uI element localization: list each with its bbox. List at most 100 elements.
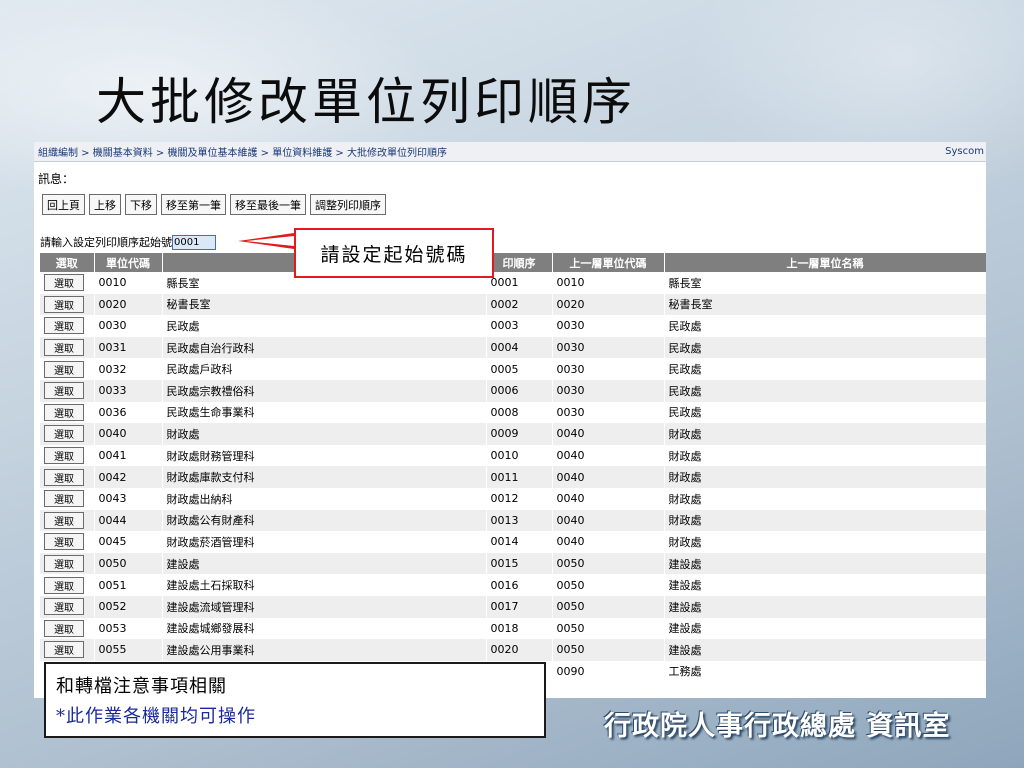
note-line-2: *此作業各機關均可操作 (56, 706, 256, 727)
select-row-button[interactable]: 選取 (44, 619, 84, 637)
table-row[interactable]: 選取 0051 建設處土石採取科 0016 0050 建設處 (40, 574, 986, 596)
note-line-1: 和轉檔注意事項相關 (56, 676, 227, 697)
select-row-button[interactable]: 選取 (44, 511, 84, 529)
unit-code-cell: 0041 (94, 444, 163, 467)
parent-name-cell: 民政處 (664, 401, 986, 424)
print-order-cell: 0016 (486, 574, 553, 596)
unit-code-cell: 0051 (94, 574, 163, 596)
unit-code-cell: 0045 (94, 531, 163, 553)
table-row[interactable]: 選取 0036 民政處生命事業科 0008 0030 民政處 (40, 401, 986, 424)
parent-code-cell: 0040 (552, 444, 665, 467)
table-row[interactable]: 選取 0055 建設處公用事業科 0020 0050 建設處 (40, 639, 986, 661)
table-row[interactable]: 選取 0033 民政處宗教禮俗科 0006 0030 民政處 (40, 379, 986, 402)
select-row-button[interactable]: 選取 (44, 468, 84, 486)
start-number-row: 請輸入設定列印順序起始號 (40, 234, 216, 250)
select-cell: 選取 (40, 293, 95, 316)
table-row[interactable]: 選取 0043 財政處出納科 0012 0040 財政處 (40, 487, 986, 510)
table-row[interactable]: 選取 0010 縣長室 0001 0010 縣長室 (40, 272, 986, 294)
table-row[interactable]: 選取 0045 財政處菸酒管理科 0014 0040 財政處 (40, 531, 986, 553)
print-order-cell: 0018 (486, 617, 553, 640)
parent-code-cell: 0050 (552, 552, 665, 575)
parent-name-cell: 財政處 (664, 487, 986, 510)
unit-code-cell: 0020 (94, 293, 163, 316)
select-row-button[interactable]: 選取 (44, 360, 84, 378)
parent-code-cell: 0040 (552, 466, 665, 488)
select-row-button[interactable]: 選取 (44, 555, 84, 573)
select-row-button[interactable]: 選取 (44, 295, 84, 313)
move-first-button[interactable]: 移至第一筆 (161, 194, 226, 215)
select-cell: 選取 (40, 466, 95, 488)
unit-name-cell: 民政處自治行政科 (162, 336, 487, 359)
app-panel: 組織編制 > 機關基本資料 > 機關及單位基本維護 > 單位資料維護 > 大批修… (34, 142, 986, 698)
move-last-button[interactable]: 移至最後一筆 (230, 194, 306, 215)
move-up-button[interactable]: 上移 (89, 194, 121, 215)
select-row-button[interactable]: 選取 (44, 447, 84, 465)
unit-name-cell: 建設處土石採取科 (162, 574, 487, 596)
parent-name-cell: 建設處 (664, 552, 986, 575)
unit-code-cell: 0055 (94, 639, 163, 661)
select-cell: 選取 (40, 617, 95, 640)
table-row[interactable]: 選取 0041 財政處財務管理科 0010 0040 財政處 (40, 444, 986, 467)
unit-code-cell: 0010 (94, 272, 163, 294)
parent-code-cell: 0050 (552, 595, 665, 618)
select-row-button[interactable]: 選取 (44, 425, 84, 443)
parent-name-cell: 民政處 (664, 358, 986, 380)
select-row-button[interactable]: 選取 (44, 339, 84, 357)
table-row[interactable]: 選取 0040 財政處 0009 0040 財政處 (40, 423, 986, 445)
parent-name-cell: 秘書長室 (664, 293, 986, 316)
parent-name-cell: 縣長室 (664, 272, 986, 294)
table-row[interactable]: 選取 0031 民政處自治行政科 0004 0030 民政處 (40, 336, 986, 359)
callout-arrow-icon (238, 233, 294, 249)
parent-code-cell: 0030 (552, 336, 665, 359)
parent-code-cell: 0040 (552, 509, 665, 532)
print-order-cell: 0010 (486, 444, 553, 467)
table-row[interactable]: 選取 0020 秘書長室 0002 0020 秘書長室 (40, 293, 986, 316)
unit-name-cell: 財政處公有財產科 (162, 509, 487, 532)
table-body: 選取 0010 縣長室 0001 0010 縣長室 選取 0020 秘書長室 0002 0020 秘書… (40, 272, 986, 683)
unit-code-cell: 0032 (94, 358, 163, 380)
parent-name-cell: 財政處 (664, 444, 986, 467)
unit-code-cell: 0030 (94, 315, 163, 337)
print-order-cell: 0009 (486, 423, 553, 445)
table-row[interactable]: 選取 0032 民政處戶政科 0005 0030 民政處 (40, 358, 986, 380)
table-row[interactable]: 選取 0053 建設處城鄉發展科 0018 0050 建設處 (40, 617, 986, 640)
table-row[interactable]: 選取 0044 財政處公有財產科 0013 0040 財政處 (40, 509, 986, 532)
adjust-order-button[interactable]: 調整列印順序 (310, 194, 386, 215)
move-down-button[interactable]: 下移 (125, 194, 157, 215)
unit-name-cell: 民政處宗教禮俗科 (162, 379, 487, 402)
parent-name-cell: 建設處 (664, 617, 986, 640)
back-button[interactable]: 回上頁 (42, 194, 85, 215)
start-number-input[interactable] (172, 234, 216, 250)
table-row[interactable]: 選取 0050 建設處 0015 0050 建設處 (40, 552, 986, 575)
parent-code-cell: 0050 (552, 639, 665, 661)
select-row-button[interactable]: 選取 (44, 274, 84, 292)
select-row-button[interactable]: 選取 (44, 533, 84, 551)
select-row-button[interactable]: 選取 (44, 403, 84, 421)
parent-name-cell: 建設處 (664, 574, 986, 596)
parent-name-cell: 財政處 (664, 423, 986, 445)
unit-name-cell: 財政處 (162, 423, 487, 445)
table-row[interactable]: 選取 0052 建設處流域管理科 0017 0050 建設處 (40, 595, 986, 618)
col-header-parent-code: 上一層單位代碼 (552, 253, 665, 272)
select-row-button[interactable]: 選取 (44, 576, 84, 594)
select-cell: 選取 (40, 487, 95, 510)
select-row-button[interactable]: 選取 (44, 598, 84, 616)
unit-name-cell: 建設處公用事業科 (162, 639, 487, 661)
parent-code-cell: 0030 (552, 358, 665, 380)
select-row-button[interactable]: 選取 (44, 490, 84, 508)
select-cell: 選取 (40, 315, 95, 337)
unit-code-cell: 0052 (94, 595, 163, 618)
table-row[interactable]: 選取 0042 財政處庫款支付科 0011 0040 財政處 (40, 466, 986, 488)
print-order-cell: 0013 (486, 509, 553, 532)
parent-name-cell: 民政處 (664, 315, 986, 337)
select-row-button[interactable]: 選取 (44, 641, 84, 659)
parent-code-cell: 0010 (552, 272, 665, 294)
table-row[interactable]: 選取 0030 民政處 0003 0030 民政處 (40, 315, 986, 337)
unit-code-cell: 0033 (94, 379, 163, 402)
parent-code-cell: 0090 (552, 660, 665, 683)
unit-name-cell: 財政處財務管理科 (162, 444, 487, 467)
select-row-button[interactable]: 選取 (44, 382, 84, 400)
breadcrumb[interactable]: 組織編制 > 機關基本資料 > 機關及單位基本維護 > 單位資料維護 > 大批修… (38, 144, 447, 159)
select-row-button[interactable]: 選取 (44, 317, 84, 335)
select-cell: 選取 (40, 552, 95, 575)
